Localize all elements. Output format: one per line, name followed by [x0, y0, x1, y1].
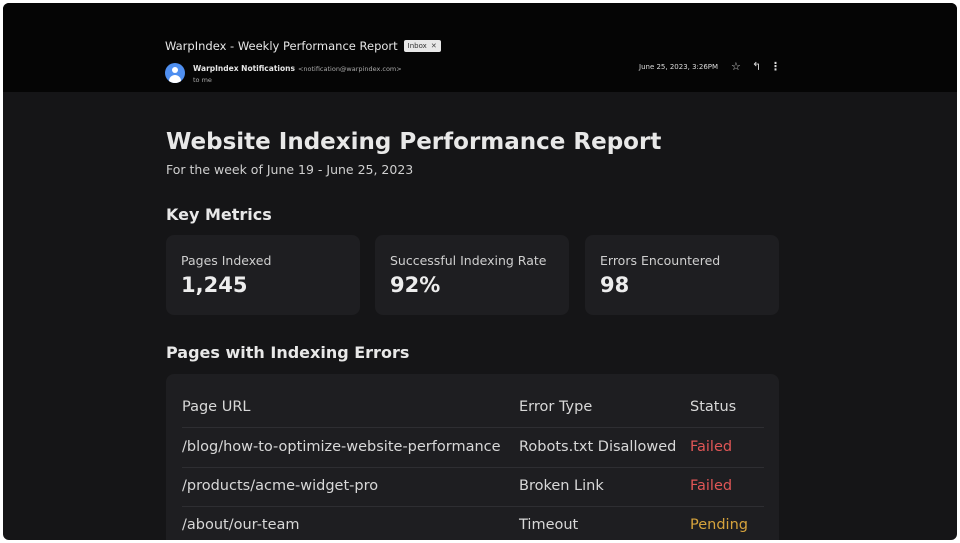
status-badge: Pending — [690, 517, 748, 533]
inbox-label[interactable]: Inbox ✕ — [403, 40, 441, 52]
table-row[interactable]: /about/our-team Timeout Pending — [182, 506, 764, 540]
metric-value: 1,245 — [181, 273, 248, 297]
metric-label: Errors Encountered — [600, 253, 721, 268]
report-subtitle: For the week of June 19 - June 25, 2023 — [166, 162, 414, 177]
page-url: /about/our-team — [182, 517, 300, 533]
page-url: /products/acme-widget-pro — [182, 478, 379, 494]
column-header-url: Page URL — [182, 399, 251, 415]
metric-card-pages-indexed: Pages Indexed 1,245 — [166, 235, 360, 315]
metric-card-errors: Errors Encountered 98 — [585, 235, 779, 315]
error-type: Broken Link — [519, 478, 604, 494]
star-icon[interactable]: ☆ — [731, 60, 741, 73]
errors-table: Page URL Error Type Status /blog/how-to-… — [166, 374, 779, 540]
sender-address: <notification@warpindex.com> — [297, 65, 402, 73]
status-badge: Failed — [690, 439, 733, 455]
more-vert-icon[interactable]: ⋮ — [770, 60, 781, 73]
column-header-status: Status — [690, 399, 737, 415]
email-date: June 25, 2023, 3:26PM — [639, 63, 719, 71]
metric-value: 98 — [600, 273, 630, 297]
sender-name: WarpIndex Notifications — [193, 64, 295, 73]
email-header: WarpIndex - Weekly Performance Report In… — [3, 3, 957, 92]
recipient-line[interactable]: to me — [193, 76, 212, 84]
table-row[interactable]: /products/acme-widget-pro Broken Link Fa… — [182, 467, 764, 507]
error-type: Robots.txt Disallowed — [519, 439, 677, 455]
inbox-label-text: Inbox — [407, 42, 427, 50]
error-type: Timeout — [519, 517, 579, 533]
email-subject: WarpIndex - Weekly Performance Report In… — [165, 39, 441, 53]
status-badge: Failed — [690, 478, 733, 494]
sender-info: WarpIndex Notifications <notification@war… — [193, 64, 402, 73]
subject-text: WarpIndex - Weekly Performance Report — [165, 39, 398, 53]
avatar-icon[interactable] — [165, 63, 185, 83]
column-header-error: Error Type — [519, 399, 593, 415]
metric-label: Pages Indexed — [181, 253, 272, 268]
page-url: /blog/how-to-optimize-website-performanc… — [182, 439, 501, 455]
key-metrics-heading: Key Metrics — [166, 205, 272, 224]
errors-heading: Pages with Indexing Errors — [166, 343, 410, 362]
table-header-row: Page URL Error Type Status — [182, 388, 764, 428]
reply-icon[interactable]: ↰ — [752, 60, 761, 73]
metric-value: 92% — [390, 273, 441, 297]
metric-label: Successful Indexing Rate — [390, 253, 547, 268]
table-row[interactable]: /blog/how-to-optimize-website-performanc… — [182, 428, 764, 468]
report-title: Website Indexing Performance Report — [166, 129, 662, 155]
email-window: WarpIndex - Weekly Performance Report In… — [3, 3, 957, 540]
close-icon[interactable]: ✕ — [431, 42, 437, 50]
metric-card-success-rate: Successful Indexing Rate 92% — [375, 235, 569, 315]
